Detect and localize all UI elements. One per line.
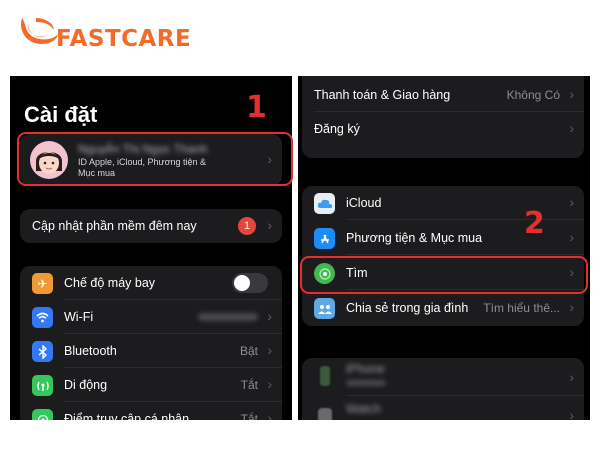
family-sharing-icon	[314, 298, 335, 319]
bluetooth-row[interactable]: Bluetooth Bật ›	[20, 334, 282, 368]
wifi-icon	[32, 307, 53, 328]
watch-icon	[318, 408, 332, 420]
devices-group: iPhone › Watch ›	[302, 358, 584, 420]
hotspot-icon	[32, 409, 53, 420]
hotspot-label: Điểm truy cập cá nhân	[64, 412, 190, 420]
media-purchases-label: Phương tiện & Mục mua	[346, 231, 483, 245]
device-subtitle	[346, 380, 386, 386]
iphone-icon	[320, 366, 330, 386]
device-name: Watch	[346, 402, 381, 416]
step-number-1: 1	[246, 90, 267, 125]
icloud-label: iCloud	[346, 196, 382, 210]
account-group: Thanh toán & Giao hàng Không Có › Đăng k…	[302, 76, 584, 158]
device-name: iPhone	[346, 362, 385, 376]
wifi-row[interactable]: Wi-Fi ›	[20, 300, 282, 334]
settings-panel-left: Cài đặt Nguyễn Thị Ngọc Thanh ID Apple, …	[10, 76, 292, 420]
brand-name: FASTCARE	[56, 26, 192, 52]
connectivity-group: ✈ Chế độ máy bay Wi-Fi › Bluetooth Bật ›	[20, 266, 282, 420]
cellular-icon	[32, 375, 53, 396]
payment-shipping-row[interactable]: Thanh toán & Giao hàng Không Có ›	[302, 78, 584, 112]
airplane-icon: ✈	[32, 273, 53, 294]
settings-panel-right: Thanh toán & Giao hàng Không Có › Đăng k…	[298, 76, 590, 420]
cellular-value: Tắt	[240, 378, 258, 392]
family-sharing-label: Chia sẻ trong gia đình	[346, 301, 469, 315]
bluetooth-icon	[32, 341, 53, 362]
highlight-box-find-my	[300, 256, 588, 294]
chevron-right-icon: ›	[267, 217, 272, 233]
update-badge: 1	[238, 217, 256, 235]
chevron-right-icon: ›	[267, 376, 272, 392]
cellular-row[interactable]: Di động Tắt ›	[20, 368, 282, 402]
chevron-right-icon: ›	[569, 369, 574, 385]
payment-shipping-label: Thanh toán & Giao hàng	[314, 88, 451, 102]
highlight-box-profile	[17, 132, 293, 186]
chevron-right-icon: ›	[267, 410, 272, 420]
chevron-right-icon: ›	[267, 342, 272, 358]
chevron-right-icon: ›	[267, 308, 272, 324]
airplane-mode-row[interactable]: ✈ Chế độ máy bay	[20, 266, 282, 300]
chevron-right-icon: ›	[569, 299, 574, 315]
icloud-icon	[314, 193, 335, 214]
subscriptions-row[interactable]: Đăng ký ›	[302, 112, 584, 146]
bluetooth-value: Bật	[239, 344, 258, 358]
chevron-right-icon: ›	[569, 229, 574, 245]
subscriptions-label: Đăng ký	[314, 122, 360, 136]
family-sharing-value: Tìm hiểu thê...	[483, 301, 560, 315]
airplane-mode-label: Chế độ máy bay	[64, 276, 156, 290]
step-number-2: 2	[524, 206, 545, 241]
cellular-label: Di động	[64, 378, 108, 392]
airplane-mode-toggle[interactable]	[232, 273, 268, 293]
payment-shipping-value: Không Có	[506, 88, 560, 102]
hotspot-row[interactable]: Điểm truy cập cá nhân Tắt ›	[20, 402, 282, 420]
software-update-label: Cập nhật phần mềm đêm nay	[32, 219, 197, 233]
chevron-right-icon: ›	[569, 86, 574, 102]
device-row[interactable]: iPhone ›	[302, 358, 584, 396]
chevron-right-icon: ›	[569, 120, 574, 136]
bluetooth-label: Bluetooth	[64, 344, 117, 358]
chevron-right-icon: ›	[569, 407, 574, 420]
wifi-network-value	[198, 313, 258, 321]
family-sharing-row[interactable]: Chia sẻ trong gia đình Tìm hiểu thê... ›	[302, 291, 584, 325]
chevron-right-icon: ›	[569, 194, 574, 210]
app-store-icon	[314, 228, 335, 249]
hotspot-value: Tắt	[240, 412, 258, 420]
fastcare-logo-icon	[20, 18, 58, 44]
wifi-label: Wi-Fi	[64, 310, 94, 324]
device-row[interactable]: Watch ›	[302, 396, 584, 420]
software-update-row[interactable]: Cập nhật phần mềm đêm nay 1 ›	[20, 209, 282, 243]
page-title: Cài đặt	[24, 102, 98, 127]
